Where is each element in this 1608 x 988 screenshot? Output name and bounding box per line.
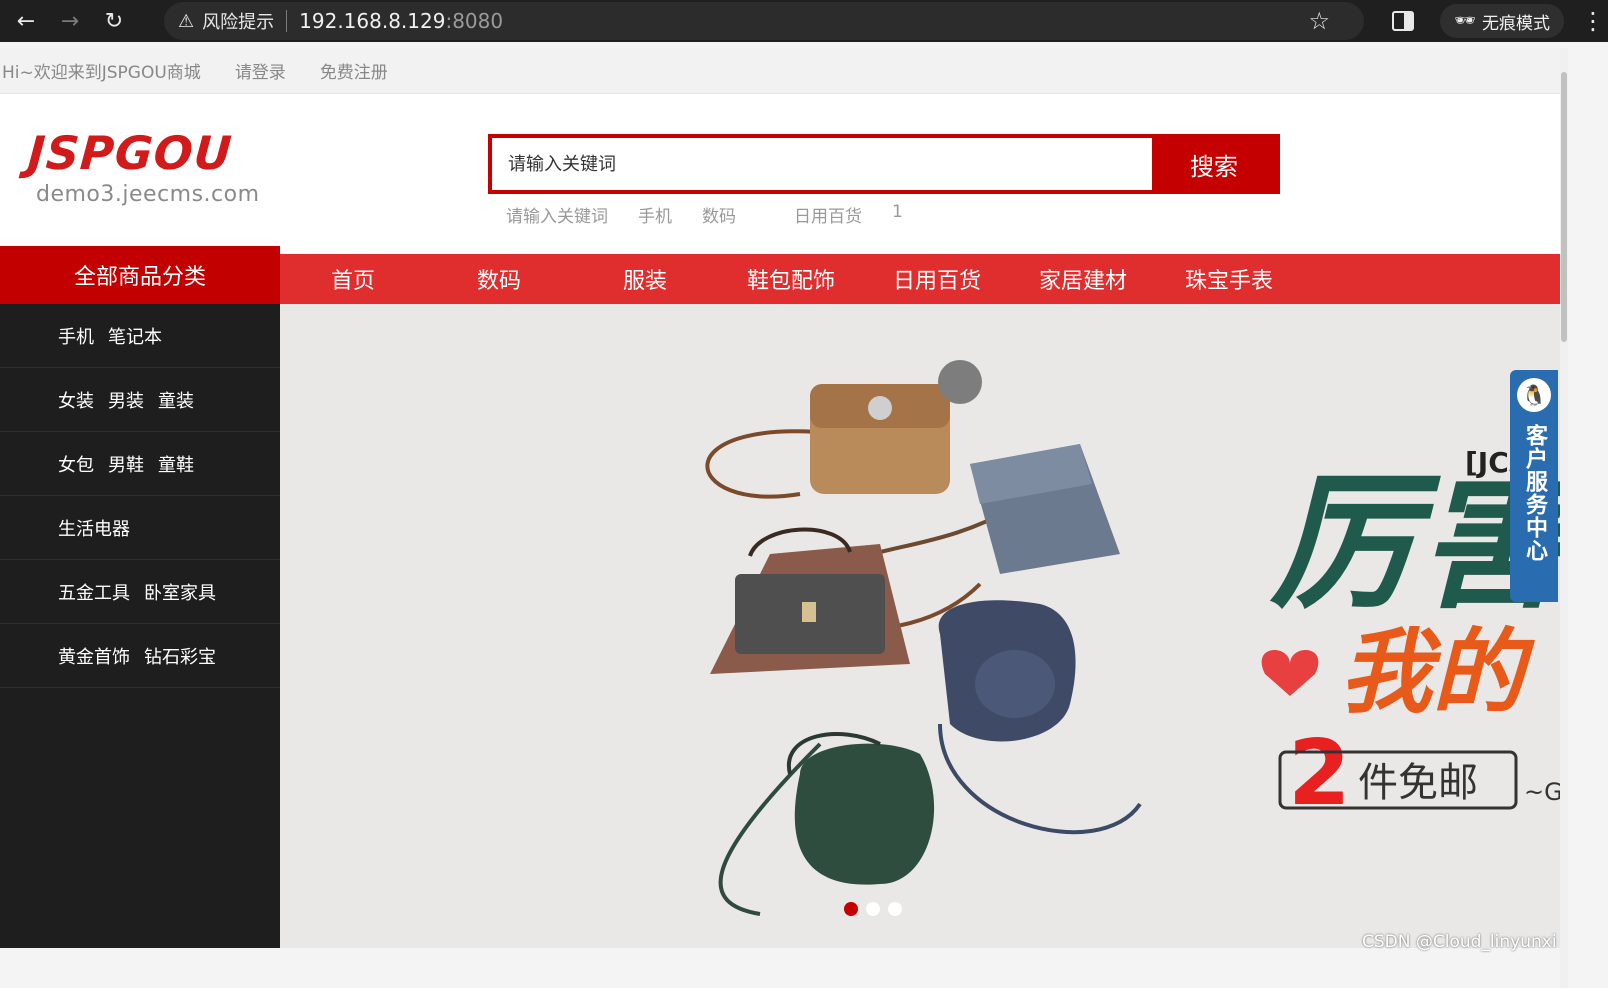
category-row: 女包 男鞋 童鞋	[0, 432, 280, 496]
banner-promo-text: 件免邮	[1358, 760, 1478, 806]
nav-item-shoes-bags[interactable]: 鞋包配饰	[718, 254, 864, 304]
category-row: 生活电器	[0, 496, 280, 560]
warning-icon: ⚠	[178, 10, 195, 32]
logo-domain-text: demo3.jeecms.com	[36, 182, 260, 207]
carousel-dot[interactable]	[888, 902, 902, 916]
incognito-icon: 🕶	[1454, 11, 1476, 31]
warning-label: 风险提示	[202, 12, 275, 33]
banner-tail-text: ~G	[1524, 778, 1560, 806]
category-link[interactable]: 男装	[108, 387, 144, 413]
site-topbar: Hi~欢迎来到JSPGOU商城 请登录 免费注册	[0, 48, 1560, 94]
promo-banner[interactable]: [JC 厉害 我的 2 件免邮 ~G	[280, 304, 1560, 948]
hot-keyword[interactable]: 请输入关键词	[506, 202, 608, 227]
hot-keyword[interactable]: 手机	[638, 202, 672, 227]
category-link[interactable]: 五金工具	[58, 579, 130, 605]
category-link[interactable]: 笔记本	[108, 323, 162, 349]
banner-illustration: [JC 厉害 我的 2 件免邮 ~G	[705, 360, 1560, 916]
page-scrollbar-thumb[interactable]	[1561, 72, 1567, 342]
category-link[interactable]: 黄金首饰	[58, 643, 130, 669]
nav-item-apparel[interactable]: 服装	[572, 254, 718, 304]
grey-blue-bag	[970, 444, 1120, 574]
search-button[interactable]: 搜索	[1152, 138, 1276, 190]
category-link[interactable]: 女包	[58, 451, 94, 477]
hot-keywords: 请输入关键词 手机 数码 日用百货 1	[506, 202, 933, 227]
carousel-dot[interactable]	[844, 902, 858, 916]
banner-title-2: 我的	[1340, 618, 1535, 726]
nav-item-home[interactable]: 首页	[280, 254, 426, 304]
category-link[interactable]: 女装	[58, 387, 94, 413]
category-link[interactable]: 童鞋	[158, 451, 194, 477]
category-link[interactable]: 钻石彩宝	[144, 643, 216, 669]
category-row: 女装 男装 童装	[0, 368, 280, 432]
all-categories-tab[interactable]: 全部商品分类	[0, 246, 280, 304]
nav-item-digital[interactable]: 数码	[426, 254, 572, 304]
navy-backpack	[938, 600, 1076, 742]
browser-menu-icon[interactable]: ⋮	[1578, 7, 1608, 35]
green-bucket-bag	[786, 732, 935, 885]
category-link[interactable]: 生活电器	[58, 515, 130, 541]
search-box: 搜索	[488, 134, 1280, 194]
customer-service-float[interactable]: 🐧 客户服务中心	[1510, 370, 1558, 602]
main-nav: 全部商品分类 首页 数码 服装 鞋包配饰 日用百货 家居建材 珠宝手表	[0, 246, 1560, 304]
category-sidebar: 手机 笔记本 女装 男装 童装 女包 男鞋 童鞋 生活电器 五金工具 卧室家具 …	[0, 304, 280, 948]
address-bar[interactable]: ⚠ 风险提示 192.168.8.129:8080 ☆	[164, 2, 1364, 40]
category-row: 五金工具 卧室家具	[0, 560, 280, 624]
security-warning[interactable]: ⚠ 风险提示	[178, 8, 274, 34]
register-link[interactable]: 免费注册	[320, 58, 388, 83]
login-link[interactable]: 请登录	[235, 58, 286, 83]
reload-icon[interactable]: ↻	[96, 3, 132, 39]
incognito-label: 无痕模式	[1482, 13, 1550, 34]
brown-bag	[810, 360, 982, 494]
category-row: 手机 笔记本	[0, 304, 280, 368]
category-row: 黄金首饰 钻石彩宝	[0, 624, 280, 688]
browser-toolbar: ← → ↻ ⚠ 风险提示 192.168.8.129:8080 ☆ 🕶 无痕模式…	[0, 0, 1608, 42]
banner-number: 2	[1288, 721, 1351, 826]
category-link[interactable]: 卧室家具	[144, 579, 216, 605]
nav-item-jewelry-watches[interactable]: 珠宝手表	[1156, 254, 1302, 304]
site-header: JSPGOU demo3.jeecms.com 搜索 请输入关键词 手机 数码 …	[0, 94, 1560, 254]
browser-actions: 🕶 无痕模式 ⋮	[1392, 0, 1608, 42]
side-panel-icon[interactable]	[1392, 11, 1415, 31]
search-input[interactable]	[492, 138, 1152, 190]
forward-icon[interactable]: →	[52, 3, 88, 39]
page-bottom-strip	[0, 948, 1560, 988]
hot-keyword[interactable]: 1	[892, 202, 903, 227]
brown-tote-bag	[710, 527, 910, 674]
nav-item-home-building[interactable]: 家居建材	[1010, 254, 1156, 304]
bookmark-star-icon[interactable]: ☆	[1308, 7, 1330, 35]
url-host: 192.168.8.129	[299, 9, 446, 33]
csdn-watermark: CSDN @Cloud_linyunxi	[1362, 932, 1557, 952]
incognito-indicator[interactable]: 🕶 无痕模式	[1440, 4, 1564, 38]
carousel-dot[interactable]	[866, 902, 880, 916]
back-icon[interactable]: ←	[8, 3, 44, 39]
nav-item-daily-goods[interactable]: 日用百货	[864, 254, 1010, 304]
url-port: :8080	[445, 9, 504, 33]
category-link[interactable]: 童装	[158, 387, 194, 413]
customer-service-label: 客户服务中心	[1522, 424, 1547, 562]
qq-penguin-icon: 🐧	[1517, 378, 1551, 412]
hot-keyword[interactable]: 数码	[702, 202, 736, 227]
heart-icon	[1261, 650, 1319, 696]
address-separator	[286, 10, 288, 32]
site-logo[interactable]: JSPGOU demo3.jeecms.com	[26, 126, 260, 207]
logo-main-text: JSPGOU	[26, 126, 235, 180]
hot-keyword[interactable]: 日用百货	[794, 202, 862, 227]
category-link[interactable]: 手机	[58, 323, 94, 349]
category-link[interactable]: 男鞋	[108, 451, 144, 477]
carousel-dots	[844, 902, 902, 916]
welcome-text: Hi~欢迎来到JSPGOU商城	[2, 63, 201, 83]
